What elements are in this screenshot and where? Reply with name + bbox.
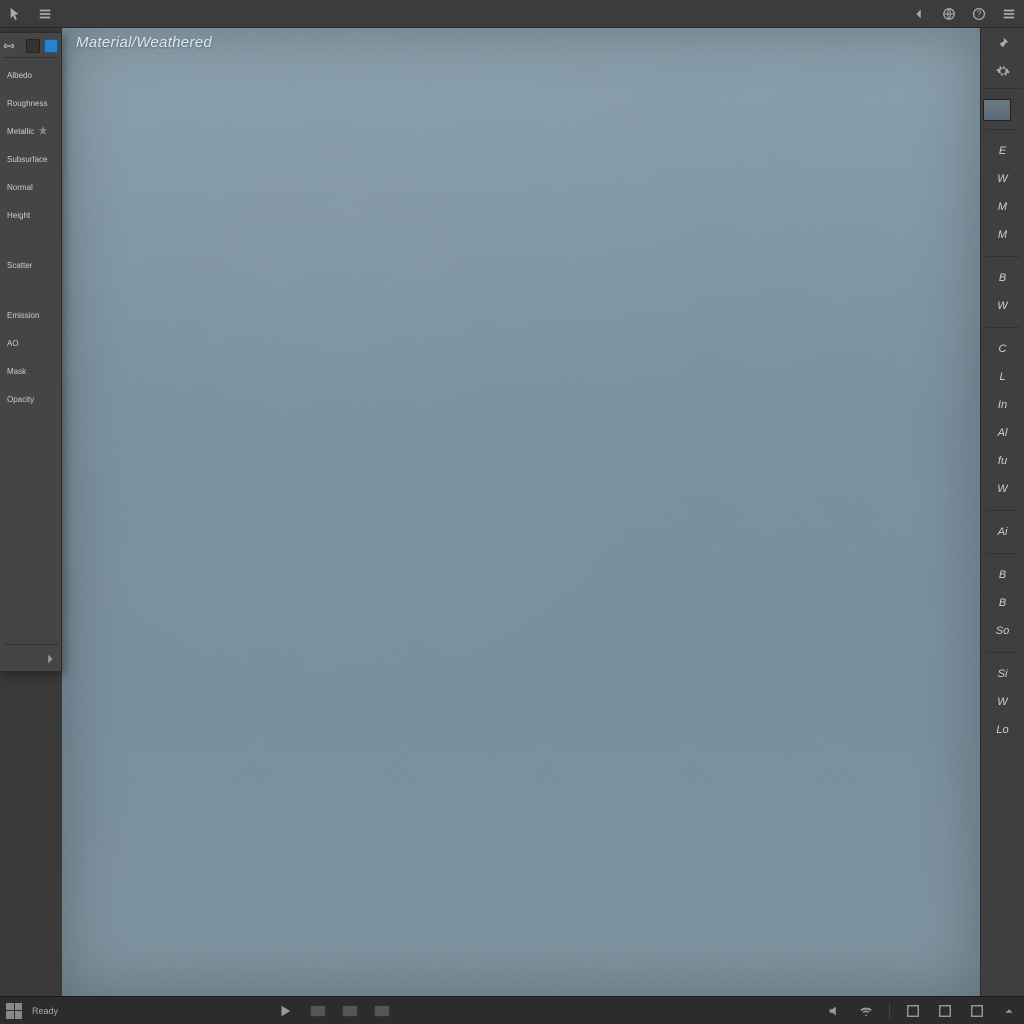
help-icon[interactable]: ? bbox=[970, 5, 988, 23]
start-icon[interactable] bbox=[6, 1003, 22, 1019]
volume-icon[interactable] bbox=[825, 1002, 843, 1020]
separator bbox=[889, 1003, 890, 1019]
menu-icon[interactable] bbox=[36, 5, 54, 23]
overflow-icon[interactable] bbox=[1000, 5, 1018, 23]
canvas-title: Material/Weathered bbox=[76, 34, 212, 51]
sidebar-label: W bbox=[997, 173, 1007, 185]
collapse-left-icon[interactable] bbox=[42, 651, 58, 667]
sidebar-item[interactable]: W bbox=[983, 166, 1022, 192]
channel-label: Opacity bbox=[7, 395, 34, 404]
chevron-up-icon[interactable] bbox=[1000, 1002, 1018, 1020]
panel-tab-row bbox=[3, 37, 58, 58]
sidebar-item[interactable]: C bbox=[983, 336, 1022, 362]
channel-label: Albedo bbox=[7, 71, 32, 80]
sidebar-item[interactable]: M bbox=[983, 222, 1022, 248]
play-icon[interactable] bbox=[276, 1002, 294, 1020]
gear-icon[interactable] bbox=[994, 62, 1012, 80]
sidebar-item[interactable]: Ai bbox=[983, 519, 1022, 545]
pin-icon bbox=[38, 126, 48, 136]
channel-item[interactable]: Emission bbox=[3, 304, 58, 326]
tray-square-icon[interactable] bbox=[904, 1002, 922, 1020]
pointer-icon[interactable] bbox=[6, 5, 24, 23]
panel-tab-a[interactable] bbox=[26, 39, 40, 53]
channel-item[interactable]: Normal bbox=[3, 176, 58, 198]
channel-item[interactable]: Subsurface bbox=[3, 148, 58, 170]
sidebar-item[interactable]: W bbox=[983, 293, 1022, 319]
sidebar-item[interactable]: L bbox=[983, 364, 1022, 390]
wifi-icon[interactable] bbox=[857, 1002, 875, 1020]
sidebar-label: L bbox=[999, 371, 1005, 383]
channel-label: Subsurface bbox=[7, 155, 47, 164]
channel-item[interactable]: AO bbox=[3, 332, 58, 354]
svg-text:?: ? bbox=[977, 9, 982, 18]
sidebar-label: W bbox=[997, 483, 1007, 495]
sidebar-item[interactable]: B bbox=[983, 265, 1022, 291]
channel-label: Height bbox=[7, 211, 30, 220]
left-channel-panel: Albedo Roughness Metallic Subsurface Nor… bbox=[0, 32, 62, 672]
channel-item[interactable]: Metallic bbox=[3, 120, 58, 142]
sidebar-label: C bbox=[999, 343, 1007, 355]
status-text: Ready bbox=[32, 1006, 58, 1016]
channel-item[interactable]: Albedo bbox=[3, 64, 58, 86]
sidebar-label: Si bbox=[998, 668, 1008, 680]
sidebar-label: In bbox=[998, 399, 1007, 411]
sidebar-label: W bbox=[997, 696, 1007, 708]
sidebar-item[interactable]: In bbox=[983, 392, 1022, 418]
sidebar-item[interactable]: W bbox=[983, 476, 1022, 502]
right-sidebar: E W M M B W C L In Al fu W Ai B B So Si … bbox=[980, 28, 1024, 996]
channel-item[interactable]: Opacity bbox=[3, 388, 58, 410]
sidebar-label: Al bbox=[998, 427, 1008, 439]
tray-square-icon[interactable] bbox=[968, 1002, 986, 1020]
panel-tab-b-active[interactable] bbox=[44, 39, 58, 53]
sidebar-item[interactable]: So bbox=[983, 618, 1022, 644]
taskbar-app[interactable] bbox=[310, 1005, 326, 1017]
sidebar-label: B bbox=[999, 272, 1006, 284]
sidebar-item[interactable]: B bbox=[983, 562, 1022, 588]
panel-link-icon[interactable] bbox=[3, 40, 15, 52]
sidebar-label: M bbox=[998, 229, 1007, 241]
taskbar-app[interactable] bbox=[342, 1005, 358, 1017]
channel-label: Mask bbox=[7, 367, 26, 376]
sidebar-item[interactable]: Si bbox=[983, 661, 1022, 687]
viewport-canvas[interactable]: Material/Weathered bbox=[62, 28, 980, 996]
tray-square-icon[interactable] bbox=[936, 1002, 954, 1020]
channel-label: Scatter bbox=[7, 261, 32, 270]
sidebar-item[interactable]: fu bbox=[983, 448, 1022, 474]
sidebar-item[interactable]: M bbox=[983, 194, 1022, 220]
channel-item[interactable]: Roughness bbox=[3, 92, 58, 114]
sidebar-label: fu bbox=[998, 455, 1007, 467]
sidebar-label: Ai bbox=[998, 526, 1008, 538]
top-toolbar: ? bbox=[0, 0, 1024, 28]
sidebar-label: B bbox=[999, 597, 1006, 609]
channel-label: Metallic bbox=[7, 127, 34, 136]
sidebar-item[interactable]: E bbox=[983, 138, 1022, 164]
taskbar: Ready bbox=[0, 996, 1024, 1024]
sidebar-item[interactable]: Al bbox=[983, 420, 1022, 446]
taskbar-app[interactable] bbox=[374, 1005, 390, 1017]
sidebar-item[interactable]: W bbox=[983, 689, 1022, 715]
sidebar-label: B bbox=[999, 569, 1006, 581]
preview-thumbnail[interactable] bbox=[983, 99, 1011, 121]
sidebar-label: E bbox=[999, 145, 1006, 157]
channel-label: Emission bbox=[7, 311, 39, 320]
channel-label: AO bbox=[7, 339, 19, 348]
channel-item[interactable]: Scatter bbox=[3, 254, 58, 276]
globe-icon[interactable] bbox=[940, 5, 958, 23]
sidebar-item[interactable]: B bbox=[983, 590, 1022, 616]
pin-icon[interactable] bbox=[994, 34, 1012, 52]
channel-item[interactable]: Mask bbox=[3, 360, 58, 382]
channel-label: Roughness bbox=[7, 99, 47, 108]
sidebar-label: W bbox=[997, 300, 1007, 312]
sidebar-label: Lo bbox=[996, 724, 1008, 736]
channel-label: Normal bbox=[7, 183, 33, 192]
sidebar-label: So bbox=[996, 625, 1009, 637]
channel-item[interactable]: Height bbox=[3, 204, 58, 226]
back-icon[interactable] bbox=[910, 5, 928, 23]
sidebar-item[interactable]: Lo bbox=[983, 717, 1022, 743]
sidebar-label: M bbox=[998, 201, 1007, 213]
